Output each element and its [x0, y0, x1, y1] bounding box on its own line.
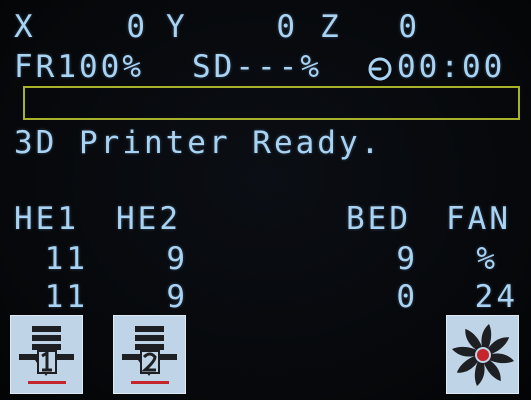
extruder-1-icon — [19, 326, 74, 384]
printer-lcd-screen: X 0 Y 0 Z 0 FR100% SD---% 00:00 3D Print… — [0, 0, 531, 400]
he1-header: HE1 — [14, 201, 79, 237]
fan-speed-value: 24 — [474, 279, 518, 315]
y-axis-label: Y — [166, 9, 188, 45]
bed-header: BED — [346, 201, 411, 237]
he2-header: HE2 — [116, 201, 181, 237]
sd-progress-readout: SD---% — [192, 49, 322, 85]
z-axis-value: 0 — [398, 9, 420, 45]
he1-current-temp: 11 — [44, 241, 88, 277]
he2-target-temp: 9 — [166, 279, 188, 315]
fan-button[interactable] — [446, 315, 519, 394]
progress-bar — [23, 86, 520, 120]
y-axis-value: 0 — [276, 9, 298, 45]
status-message: 3D Printer Ready. — [14, 125, 383, 161]
fan-icon — [452, 324, 514, 386]
fan-percent-sign: % — [476, 241, 498, 277]
feedrate-readout: FR100% — [14, 49, 144, 85]
z-axis-label: Z — [320, 9, 342, 45]
he1-target-temp: 11 — [44, 279, 88, 315]
print-time: 00:00 — [397, 49, 506, 85]
extruder-1-button[interactable] — [10, 315, 83, 394]
extruder-2-button[interactable] — [113, 315, 186, 394]
bed-target-temp: 0 — [396, 279, 418, 315]
fan-header: FAN — [446, 201, 511, 237]
bed-current-temp: 9 — [396, 241, 418, 277]
clock-icon — [368, 57, 392, 81]
x-axis-value: 0 — [126, 9, 148, 45]
extruder-2-icon — [122, 326, 177, 384]
he2-current-temp: 9 — [166, 241, 188, 277]
x-axis-label: X — [14, 9, 36, 45]
